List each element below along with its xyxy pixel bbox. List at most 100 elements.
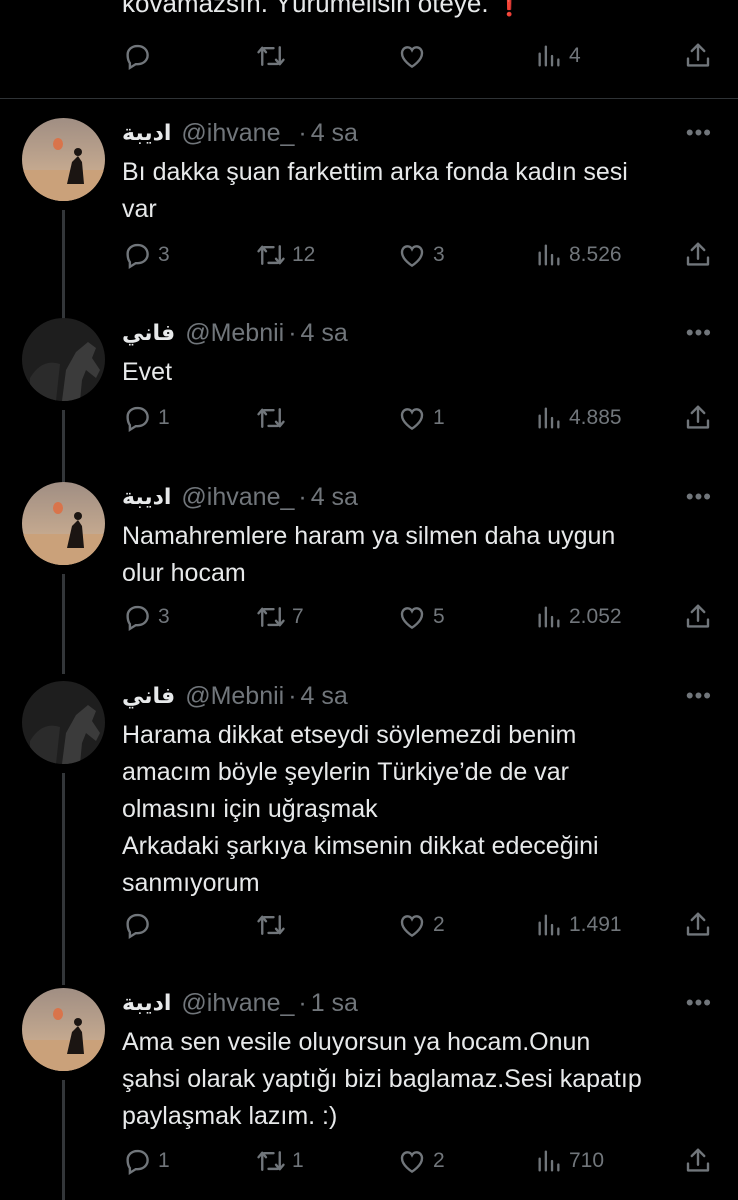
reply-button[interactable]: 1 [122, 1141, 170, 1181]
more-icon[interactable]: ••• [686, 990, 712, 1016]
heart-icon [397, 910, 427, 940]
share-button[interactable] [683, 235, 713, 275]
tweet-text: Evet [122, 354, 712, 391]
username[interactable]: @Mebnii [185, 682, 284, 711]
retweet-button[interactable] [256, 905, 292, 945]
retweet-button[interactable] [256, 398, 292, 438]
tweet-actions: 1 1 4.885 [0, 398, 738, 438]
tweet-text-line: Evet [122, 358, 173, 386]
views-button[interactable]: 710 [535, 1141, 604, 1181]
username[interactable]: @ihvane_ [181, 483, 294, 512]
more-icon[interactable]: ••• [686, 484, 712, 510]
display-name[interactable]: اديبة [122, 485, 171, 510]
reply-button[interactable] [122, 36, 158, 76]
more-icon[interactable]: ••• [686, 320, 712, 346]
tweet-text-line: var [122, 195, 157, 223]
timestamp[interactable]: 4 sa [311, 119, 358, 148]
retweet-icon [256, 240, 286, 270]
reply-count: 3 [158, 243, 170, 266]
share-icon [683, 403, 713, 433]
previous-tweet-text: kovamazsın. Yürümelisin öteye. ❗ [122, 0, 523, 19]
views-count: 2.052 [569, 605, 622, 628]
divider [0, 98, 738, 99]
views-button[interactable]: 4 [535, 36, 581, 76]
separator-dot: · [288, 681, 297, 710]
share-button[interactable] [683, 597, 713, 637]
views-button[interactable]: 2.052 [535, 597, 622, 637]
timestamp[interactable]: 1 sa [311, 989, 358, 1018]
more-icon[interactable]: ••• [686, 683, 712, 709]
like-button[interactable]: 5 [397, 597, 445, 637]
views-button[interactable]: 8.526 [535, 235, 622, 275]
tweet-actions: 1 1 2 710 [0, 1141, 738, 1181]
share-icon [683, 240, 713, 270]
like-count: 1 [433, 406, 445, 429]
views-count: 4.885 [569, 406, 622, 429]
like-button[interactable]: 1 [397, 398, 445, 438]
heart-icon [397, 1146, 427, 1176]
reply-count: 1 [158, 1149, 170, 1172]
tweet-text-line: Harama dikkat etseydi söylemezdi benim [122, 721, 577, 749]
username[interactable]: @ihvane_ [181, 119, 294, 148]
share-button[interactable] [683, 1141, 713, 1181]
timestamp[interactable]: 4 sa [301, 319, 348, 348]
like-count: 2 [433, 913, 445, 936]
timestamp[interactable]: 4 sa [311, 483, 358, 512]
reply-button[interactable]: 1 [122, 398, 170, 438]
tweet-text: Harama dikkat etseydi söylemezdi benim a… [122, 717, 712, 902]
username[interactable]: @Mebnii [185, 319, 284, 348]
retweet-button[interactable]: 12 [256, 235, 315, 275]
avatar[interactable] [22, 318, 105, 401]
username[interactable]: @ihvane_ [181, 989, 294, 1018]
display-name[interactable]: اديبة [122, 121, 171, 146]
retweet-count: 1 [292, 1149, 304, 1172]
share-icon [683, 41, 713, 71]
tweet-header: فاني @Mebnii · 4 sa [122, 318, 348, 348]
reply-icon [122, 240, 152, 270]
previous-tweet-text-content: kovamazsın. Yürümelisin öteye. [122, 0, 489, 18]
avatar-desert-image [22, 482, 105, 565]
separator-dot: · [298, 118, 307, 147]
avatar[interactable] [22, 118, 105, 201]
retweet-button[interactable] [256, 36, 292, 76]
separator-dot: · [288, 318, 297, 347]
reply-icon [122, 910, 152, 940]
tweet-header: فاني @Mebnii · 4 sa [122, 681, 348, 711]
reply-button[interactable] [122, 905, 158, 945]
reply-button[interactable]: 3 [122, 235, 170, 275]
display-name[interactable]: فاني [122, 684, 175, 709]
display-name[interactable]: فاني [122, 321, 175, 346]
tweet-header: اديبة @ihvane_ · 4 sa [122, 118, 358, 148]
tweet-text-line: Ama sen vesile oluyorsun ya hocam.Onun [122, 1028, 591, 1056]
views-button[interactable]: 4.885 [535, 398, 622, 438]
tweet-text-line: amacım böyle şeylerin Türkiye’de de var [122, 758, 569, 786]
like-button[interactable]: 3 [397, 235, 445, 275]
share-button[interactable] [683, 905, 713, 945]
views-count: 1.491 [569, 913, 622, 936]
like-button[interactable]: 2 [397, 905, 445, 945]
views-icon [535, 42, 563, 70]
avatar[interactable] [22, 681, 105, 764]
like-button[interactable] [397, 36, 433, 76]
previous-tweet-actions: 4 [0, 36, 738, 76]
retweet-button[interactable]: 1 [256, 1141, 304, 1181]
retweet-button[interactable]: 7 [256, 597, 304, 637]
display-name[interactable]: اديبة [122, 991, 171, 1016]
retweet-count: 7 [292, 605, 304, 628]
share-button[interactable] [683, 36, 713, 76]
reply-button[interactable]: 3 [122, 597, 170, 637]
tweet-text-line: Bı dakka şuan farkettim arka fonda kadın… [122, 158, 628, 186]
timestamp[interactable]: 4 sa [301, 682, 348, 711]
like-button[interactable]: 2 [397, 1141, 445, 1181]
views-button[interactable]: 1.491 [535, 905, 622, 945]
views-icon [535, 241, 563, 269]
tweet-actions: 2 1.491 [0, 905, 738, 945]
retweet-icon [256, 910, 286, 940]
avatar[interactable] [22, 988, 105, 1071]
share-icon [683, 602, 713, 632]
views-icon [535, 911, 563, 939]
share-button[interactable] [683, 398, 713, 438]
more-icon[interactable]: ••• [686, 120, 712, 146]
avatar[interactable] [22, 482, 105, 565]
views-count: 710 [569, 1149, 605, 1172]
